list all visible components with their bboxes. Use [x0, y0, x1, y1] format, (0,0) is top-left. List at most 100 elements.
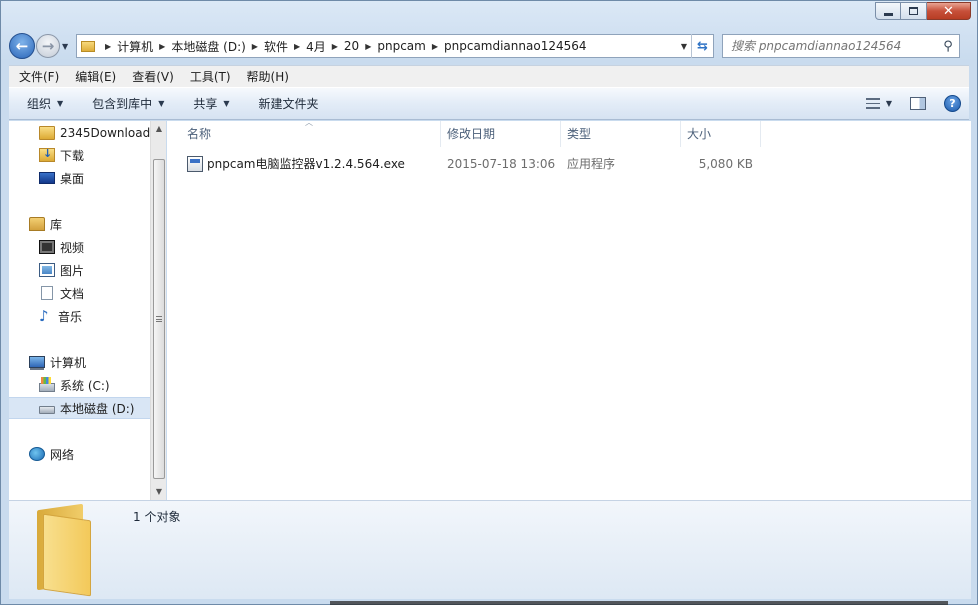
preview-pane-icon[interactable] — [910, 97, 926, 110]
forward-arrow-icon: → — [41, 37, 55, 55]
minimize-icon — [883, 12, 893, 16]
refresh-button[interactable]: ⇆ — [691, 34, 713, 58]
breadcrumb-current-folder[interactable]: pnpcamdiannao124564 — [444, 39, 587, 53]
scroll-up-button[interactable]: ▲ — [151, 121, 167, 137]
address-dropdown-button[interactable]: ▼ — [677, 42, 691, 51]
refresh-icon: ⇆ — [697, 38, 708, 54]
menu-bar: 文件(F) 编辑(E) 查看(V) 工具(T) 帮助(H) — [9, 65, 969, 87]
tree-item-label: 桌面 — [60, 171, 85, 186]
tree-item-pictures[interactable]: 图片 — [9, 259, 150, 281]
recent-pages-dropdown[interactable]: ▼ — [62, 42, 72, 51]
downloads-icon — [39, 147, 55, 162]
folder-icon — [39, 126, 55, 140]
forward-button[interactable]: → — [36, 34, 60, 58]
explorer-window: ✕ ← → ▼ ▶ 计算机 ▶ 本地磁盘 (D:) ▶ 软件 ▶ 4月 ▶ 20… — [0, 0, 978, 605]
file-name: pnpcam电脑监控器v1.2.4.564.exe — [207, 157, 405, 171]
taskbar-edge — [330, 601, 948, 605]
tree-item-label: 库 — [50, 217, 63, 232]
view-options-icon[interactable] — [865, 98, 880, 109]
search-icon[interactable]: ⚲ — [937, 39, 959, 54]
scroll-down-button[interactable]: ▼ — [151, 484, 167, 500]
tree-item-music[interactable]: ♪ 音乐 — [9, 305, 150, 327]
scroll-thumb[interactable] — [153, 159, 165, 479]
breadcrumb-pnpcam[interactable]: pnpcam — [377, 39, 425, 53]
new-folder-label: 新建文件夹 — [258, 97, 319, 111]
tree-item-label: 文档 — [60, 286, 85, 301]
organize-button[interactable]: 组织 ▼ — [27, 95, 63, 112]
chevron-right-icon[interactable]: ▶ — [105, 42, 111, 51]
new-folder-button[interactable]: 新建文件夹 — [259, 95, 319, 112]
drive-d-icon — [39, 406, 55, 414]
column-header-name[interactable]: 名称 — [181, 121, 441, 147]
folder-large-icon — [33, 503, 93, 597]
help-icon[interactable]: ? — [944, 95, 961, 112]
tree-item-computer[interactable]: 计算机 — [9, 351, 150, 373]
chevron-right-icon[interactable]: ▶ — [432, 42, 438, 51]
tree-item-2345downloads[interactable]: 2345Downloads — [9, 122, 150, 144]
menu-tools[interactable]: 工具(T) — [190, 68, 231, 85]
include-in-library-button[interactable]: 包含到库中 ▼ — [92, 95, 164, 112]
chevron-right-icon[interactable]: ▶ — [252, 42, 258, 51]
command-bar: 组织 ▼ 包含到库中 ▼ 共享 ▼ 新建文件夹 ▼ ? — [9, 87, 969, 120]
tree-item-label: 下载 — [60, 148, 85, 163]
view-controls: ▼ ? — [865, 95, 969, 112]
close-button[interactable]: ✕ — [927, 2, 971, 20]
column-headers: ︿ 名称 修改日期 类型 大小 — [167, 118, 971, 147]
chevron-down-icon: ▼ — [57, 99, 64, 108]
include-library-label: 包含到库中 — [92, 97, 153, 111]
breadcrumb-computer[interactable]: 计算机 — [117, 38, 153, 55]
tree-item-documents[interactable]: 文档 — [9, 282, 150, 304]
back-button[interactable]: ← — [9, 33, 35, 59]
menu-help[interactable]: 帮助(H) — [247, 68, 289, 85]
tree-item-drive-c[interactable]: 系统 (C:) — [9, 374, 150, 396]
tree-item-drive-d[interactable]: 本地磁盘 (D:) — [9, 397, 150, 419]
executable-icon — [187, 156, 203, 172]
address-bar[interactable]: ▶ 计算机 ▶ 本地磁盘 (D:) ▶ 软件 ▶ 4月 ▶ 20 ▶ pnpca… — [76, 34, 714, 58]
navigation-pane: 2345Downloads 下载 桌面 库 视频 图片 文档 ♪ 音乐 — [9, 121, 150, 500]
share-button[interactable]: 共享 ▼ — [193, 95, 229, 112]
maximize-button[interactable] — [901, 2, 927, 20]
folder-icon — [81, 40, 95, 52]
details-pane: 1 个对象 — [9, 500, 971, 599]
network-icon — [29, 447, 45, 461]
breadcrumb-20[interactable]: 20 — [344, 39, 359, 53]
file-modified-date: 2015-07-18 13:06 — [447, 157, 556, 171]
chevron-right-icon[interactable]: ▶ — [294, 42, 300, 51]
breadcrumb-drive-d[interactable]: 本地磁盘 (D:) — [171, 38, 245, 55]
search-box[interactable]: ⚲ — [722, 34, 960, 58]
column-header-modified[interactable]: 修改日期 — [441, 121, 561, 147]
back-arrow-icon: ← — [15, 37, 29, 55]
organize-label: 组织 — [27, 97, 52, 111]
file-type: 应用程序 — [567, 157, 616, 171]
column-header-type[interactable]: 类型 — [561, 121, 681, 147]
view-options-dropdown[interactable]: ▼ — [886, 99, 892, 108]
chevron-down-icon: ▼ — [223, 99, 230, 108]
navigation-scrollbar[interactable]: ▲ ▼ — [150, 121, 166, 500]
tree-item-libraries[interactable]: 库 — [9, 213, 150, 235]
music-icon: ♪ — [39, 307, 49, 325]
chevron-right-icon[interactable]: ▶ — [332, 42, 338, 51]
grip-icon — [156, 316, 162, 322]
menu-view[interactable]: 查看(V) — [132, 68, 174, 85]
file-list: ︿ 名称 修改日期 类型 大小 pnpcam电脑监控器v1.2.4.564.ex… — [167, 118, 971, 500]
column-header-size[interactable]: 大小 — [681, 121, 761, 147]
library-icon — [29, 217, 45, 231]
chevron-right-icon[interactable]: ▶ — [159, 42, 165, 51]
breadcrumb-april[interactable]: 4月 — [306, 38, 326, 55]
tree-item-videos[interactable]: 视频 — [9, 236, 150, 258]
share-label: 共享 — [193, 97, 218, 111]
menu-file[interactable]: 文件(F) — [19, 68, 59, 85]
tree-item-downloads[interactable]: 下载 — [9, 144, 150, 166]
document-icon — [41, 286, 53, 300]
tree-item-label: 计算机 — [50, 355, 87, 370]
menu-edit[interactable]: 编辑(E) — [75, 68, 116, 85]
chevron-right-icon[interactable]: ▶ — [365, 42, 371, 51]
tree-item-label: 音乐 — [58, 309, 83, 324]
file-row[interactable]: pnpcam电脑监控器v1.2.4.564.exe 2015-07-18 13:… — [181, 153, 781, 175]
tree-item-label: 网络 — [50, 447, 75, 462]
tree-item-desktop[interactable]: 桌面 — [9, 167, 150, 189]
search-input[interactable] — [731, 39, 937, 53]
breadcrumb-software[interactable]: 软件 — [264, 38, 288, 55]
tree-item-network[interactable]: 网络 — [9, 443, 150, 465]
minimize-button[interactable] — [875, 2, 901, 20]
